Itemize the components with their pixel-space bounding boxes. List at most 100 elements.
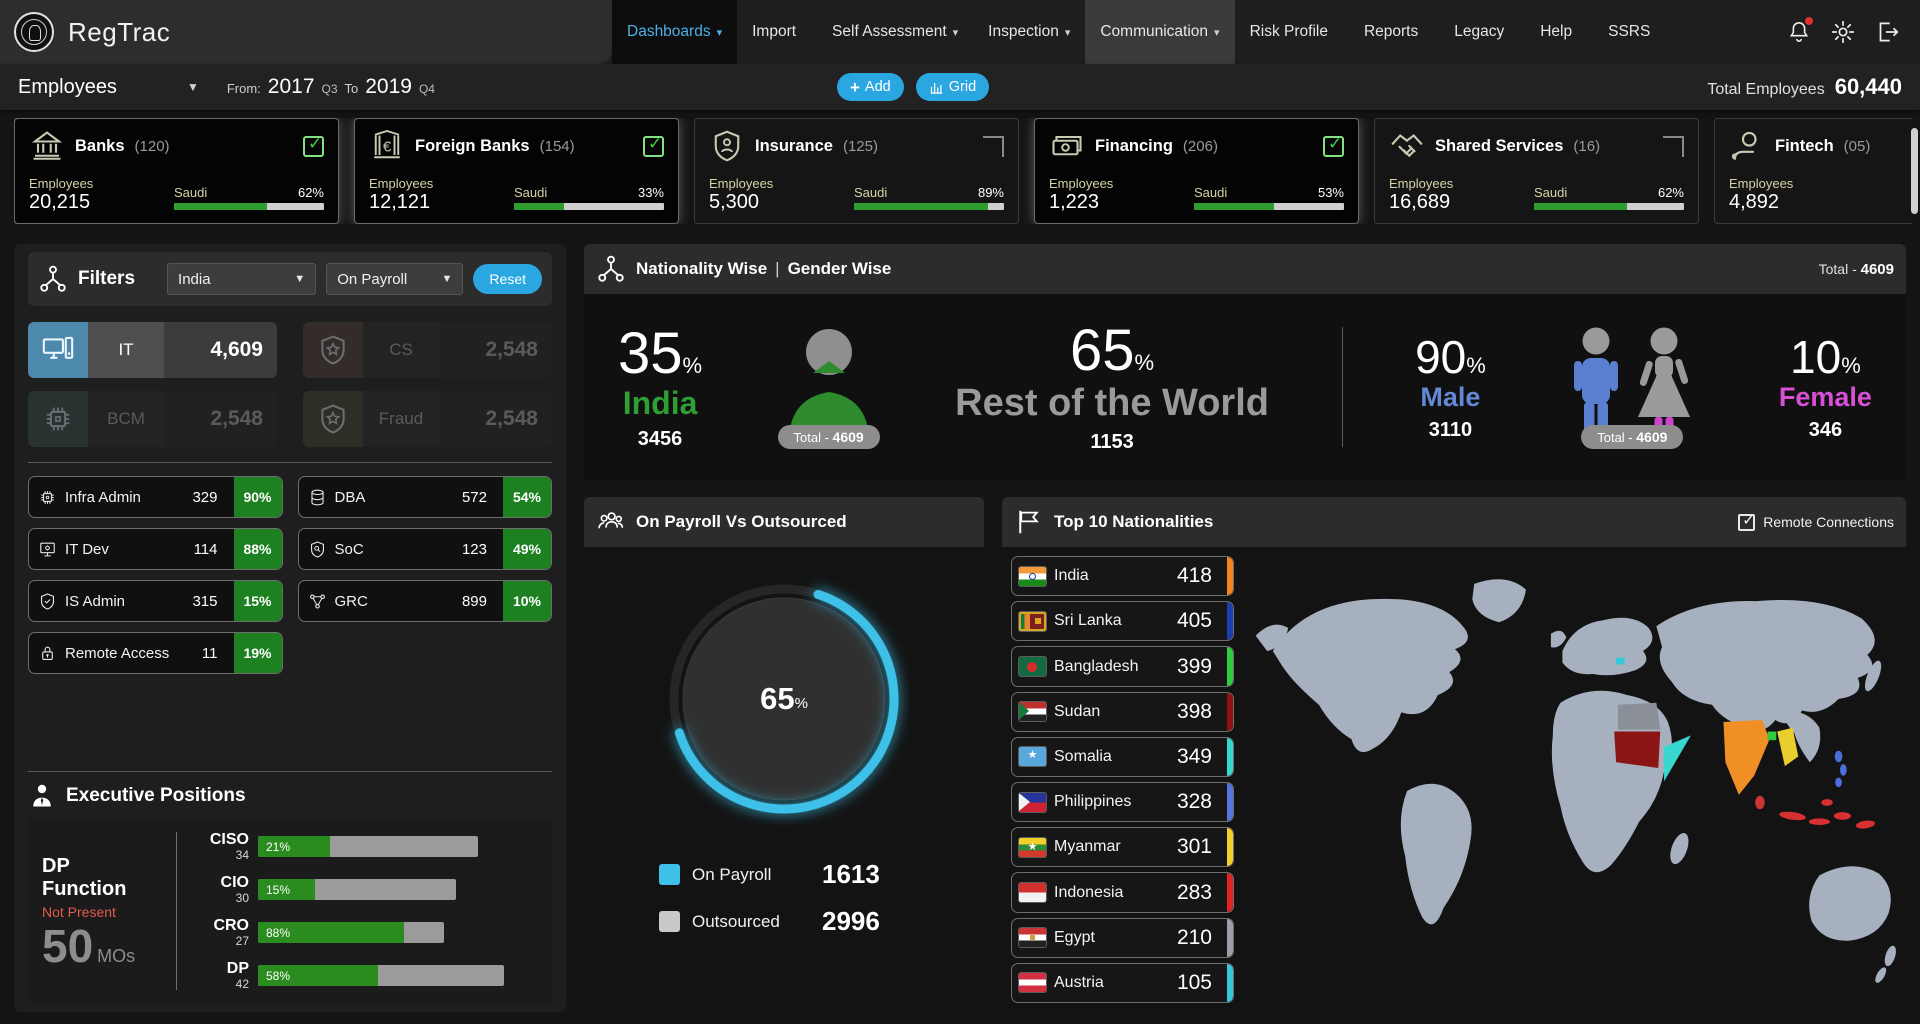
male-label: Male — [1420, 383, 1480, 411]
sector-card[interactable]: Shared Services (16) Employees 16,689 Sa… — [1374, 118, 1699, 224]
map-bangladesh — [1768, 732, 1777, 741]
saudi-label: Saudi — [854, 185, 887, 200]
nav-item-label: Self Assessment — [832, 23, 947, 41]
nationality-row[interactable]: Myanmar 301 — [1011, 827, 1234, 867]
sector-card[interactable]: Insurance (125) Employees 5,300 Saudi 89… — [694, 118, 1019, 224]
remote-connections-toggle[interactable]: Remote Connections — [1738, 514, 1894, 531]
employees-value: 16,689 — [1389, 191, 1453, 213]
department-tile[interactable]: CS 2,548 — [303, 322, 552, 378]
world-label: Rest of the World — [955, 384, 1269, 424]
nationality-row[interactable]: Sudan 398 — [1011, 692, 1234, 732]
sector-count: (120) — [135, 138, 170, 155]
role-item[interactable]: GRC 899 10% — [298, 580, 553, 622]
divider — [176, 832, 177, 990]
executive-header: Executive Positions — [28, 782, 552, 810]
position-label: CRO — [193, 918, 249, 934]
role-pct-badge: 54% — [503, 477, 551, 517]
saudi-progressbar — [174, 203, 324, 210]
nav-item[interactable]: Reports — [1349, 0, 1439, 64]
sector-card[interactable]: Fintech (05) Employees 4,892 — [1714, 118, 1912, 224]
country-accent-bar — [1227, 557, 1233, 595]
nav-item[interactable]: Import — [737, 0, 817, 64]
country-name: India — [1054, 567, 1169, 585]
nav-item[interactable]: Self Assessment ▾ — [817, 0, 973, 64]
nav-item-label: Legacy — [1454, 23, 1504, 41]
nationality-row[interactable]: Somalia 349 — [1011, 737, 1234, 777]
sector-icon — [709, 128, 745, 164]
date-range[interactable]: From: 2017 Q3 To 2019 Q4 — [227, 75, 435, 99]
nationality-wise-title: Nationality Wise — [636, 259, 767, 278]
add-button[interactable]: + Add — [837, 73, 904, 101]
sector-card-body: Employees 1,223 Saudi 53% — [1049, 176, 1344, 213]
role-item[interactable]: IT Dev 114 88% — [28, 528, 283, 570]
role-pct-badge: 15% — [234, 581, 282, 621]
role-item[interactable]: SoC 123 49% — [298, 528, 553, 570]
sector-card-header: Insurance (125) — [709, 128, 1004, 164]
department-tile[interactable]: IT 4,609 — [28, 322, 277, 378]
payroll-select[interactable]: On Payroll ▼ — [326, 263, 463, 295]
department-tile[interactable]: BCM 2,548 — [28, 391, 277, 447]
nationality-row[interactable]: Philippines 328 — [1011, 782, 1234, 822]
india-label: India — [623, 387, 698, 421]
reset-button[interactable]: Reset — [473, 264, 542, 294]
badge-value: 4609 — [833, 429, 864, 445]
add-button-label: Add — [865, 79, 891, 95]
sector-card[interactable]: Financing (206) Employees 1,223 Saudi 53… — [1034, 118, 1359, 224]
role-value: 572 — [462, 489, 487, 506]
to-quarter: Q4 — [419, 82, 435, 96]
country-select[interactable]: India ▼ — [167, 263, 316, 295]
nationality-row[interactable]: Austria 105 — [1011, 963, 1234, 1003]
sector-checkbox[interactable] — [1323, 136, 1344, 157]
sector-card-body: Employees 12,121 Saudi 33% — [369, 176, 664, 213]
pct-sign: % — [1466, 353, 1486, 378]
position-pct: 88% — [266, 926, 290, 940]
total-employees-label: Total Employees — [1707, 81, 1824, 99]
chevron-down-icon: ▼ — [442, 273, 453, 285]
nav-item[interactable]: Help — [1525, 0, 1593, 64]
sector-card-header: Financing (206) — [1049, 128, 1344, 164]
cards-scrollbar[interactable] — [1911, 128, 1918, 214]
grid-button[interactable]: Grid — [916, 73, 989, 101]
nationality-row[interactable]: India 418 — [1011, 556, 1234, 596]
nav-item[interactable]: Risk Profile — [1235, 0, 1349, 64]
country-value: 328 — [1177, 790, 1212, 814]
nav-item[interactable]: Inspection ▾ — [973, 0, 1085, 64]
country-flag-icon — [1019, 793, 1046, 812]
sector-checkbox[interactable] — [303, 136, 324, 157]
nav-item[interactable]: Dashboards ▾ — [612, 0, 737, 64]
nationality-row[interactable]: Bangladesh 399 — [1011, 646, 1234, 686]
india-pct: 35 — [618, 321, 683, 386]
notifications-bell-icon[interactable] — [1786, 19, 1812, 45]
nationality-row[interactable]: Sri Lanka 405 — [1011, 601, 1234, 641]
nav-item[interactable]: Legacy — [1439, 0, 1525, 64]
nav-item-label: SSRS — [1608, 23, 1650, 41]
nationality-row[interactable]: Egypt 210 — [1011, 918, 1234, 958]
employees-block: Employees 20,215 — [29, 176, 93, 213]
male-pct: 90 — [1415, 331, 1466, 383]
sector-checkbox[interactable] — [983, 136, 1004, 157]
sector-count: (154) — [540, 138, 575, 155]
executive-bars: CISO 34 21% CIO 30 15% — [193, 830, 538, 992]
sector-checkbox[interactable] — [643, 136, 664, 157]
sector-card[interactable]: Foreign Banks (154) Employees 12,121 Sau… — [354, 118, 679, 224]
page-title-dropdown-icon[interactable]: ▼ — [187, 80, 199, 94]
sector-card[interactable]: Banks (120) Employees 20,215 Saudi 62% — [14, 118, 339, 224]
employees-block: Employees 1,223 — [1049, 176, 1113, 213]
checkbox-checked-icon — [1738, 514, 1755, 531]
nav-item[interactable]: SSRS — [1593, 0, 1671, 64]
sector-card-header: Foreign Banks (154) — [369, 128, 664, 164]
role-item[interactable]: DBA 572 54% — [298, 476, 553, 518]
role-item[interactable]: Remote Access 11 19% — [28, 632, 283, 674]
sector-checkbox[interactable] — [1663, 136, 1684, 157]
female-label: Female — [1779, 383, 1872, 411]
logout-icon[interactable] — [1874, 19, 1900, 45]
executive-bar-row: CISO 34 21% — [193, 832, 538, 861]
role-item[interactable]: IS Admin 315 15% — [28, 580, 283, 622]
saudi-label: Saudi — [1194, 185, 1227, 200]
brand-area: RegTrac — [0, 0, 612, 64]
role-item[interactable]: Infra Admin 329 90% — [28, 476, 283, 518]
nav-item[interactable]: Communication ▾ — [1085, 0, 1234, 64]
nationality-row[interactable]: Indonesia 283 — [1011, 872, 1234, 912]
department-tile[interactable]: Fraud 2,548 — [303, 391, 552, 447]
settings-gear-icon[interactable] — [1830, 19, 1856, 45]
